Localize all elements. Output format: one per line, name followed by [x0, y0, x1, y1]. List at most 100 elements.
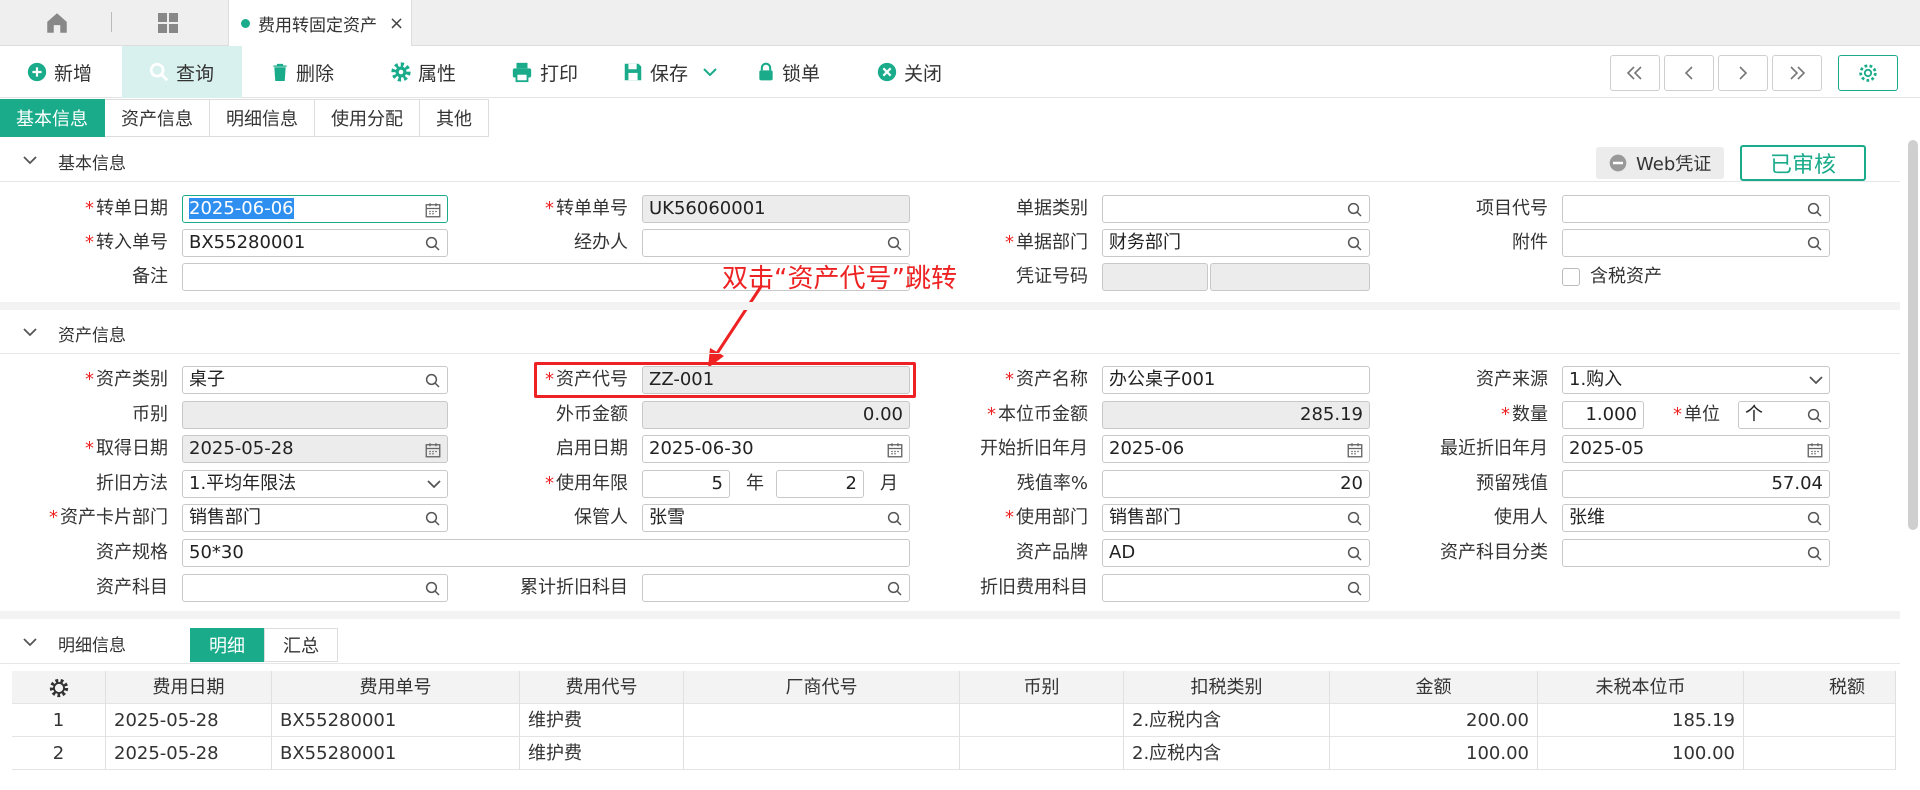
acc-dep-field[interactable] — [642, 574, 910, 602]
next-record-button[interactable] — [1718, 55, 1768, 91]
currency-field[interactable] — [182, 401, 448, 429]
dep-last-field[interactable]: 2025-05 — [1562, 435, 1830, 463]
search-icon[interactable] — [1806, 201, 1824, 219]
column-header[interactable]: 金额 — [1330, 671, 1538, 704]
search-icon[interactable] — [1346, 510, 1364, 528]
search-icon[interactable] — [886, 580, 904, 598]
asset-name-field[interactable]: 办公桌子001 — [1102, 366, 1370, 394]
calendar-icon[interactable] — [1346, 441, 1364, 459]
voucher-no-field-2[interactable] — [1210, 263, 1370, 291]
column-header[interactable]: 费用单号 — [272, 671, 520, 704]
quantity-field[interactable]: 1.000 — [1562, 401, 1644, 429]
settings-button[interactable] — [1838, 55, 1898, 91]
project-code-field[interactable] — [1562, 195, 1830, 223]
tab-detail[interactable]: 明细 — [190, 628, 264, 662]
column-header[interactable]: 费用日期 — [106, 671, 272, 704]
table-row[interactable]: 1 2025-05-28 BX55280001 维护费 2.应税内含 200.0… — [12, 704, 1896, 737]
tab-summary[interactable]: 汇总 — [264, 628, 338, 662]
transfer-no-field[interactable]: UK56060001 — [642, 195, 910, 223]
column-header[interactable]: 税额 — [1744, 671, 1896, 704]
subject-class-field[interactable] — [1562, 539, 1830, 567]
life-years-field[interactable]: 5 — [642, 470, 730, 498]
tab-basic-info[interactable]: 基本信息 — [0, 99, 105, 137]
tab-detail-info[interactable]: 明细信息 — [210, 99, 315, 137]
local-amount-field[interactable]: 285.19 — [1102, 401, 1370, 429]
search-icon[interactable] — [886, 510, 904, 528]
keeper-field[interactable]: 张雪 — [642, 504, 910, 532]
category-field[interactable]: 桌子 — [182, 366, 448, 394]
start-date-field[interactable]: 2025-06-30 — [642, 435, 910, 463]
search-icon[interactable] — [424, 580, 442, 598]
chevron-down-icon[interactable] — [702, 66, 718, 78]
search-icon[interactable] — [1806, 510, 1824, 528]
dep-fee-field[interactable] — [1102, 574, 1370, 602]
attach-field[interactable] — [1562, 229, 1830, 257]
query-button[interactable]: 查询 — [122, 46, 242, 98]
life-months-field[interactable]: 2 — [776, 470, 864, 498]
search-icon[interactable] — [1346, 545, 1364, 563]
calendar-icon[interactable] — [424, 441, 442, 459]
search-icon[interactable] — [1806, 545, 1824, 563]
voucher-no-field-1[interactable] — [1102, 263, 1208, 291]
foreign-amount-field[interactable]: 0.00 — [642, 401, 910, 429]
handler-field[interactable] — [642, 229, 910, 257]
tab-asset-info[interactable]: 资产信息 — [105, 99, 210, 137]
search-icon[interactable] — [1346, 580, 1364, 598]
source-select[interactable]: 1.购入 — [1562, 366, 1830, 394]
user-field[interactable]: 张维 — [1562, 504, 1830, 532]
home-icon[interactable] — [42, 10, 72, 36]
table-row[interactable]: 2 2025-05-28 BX55280001 维护费 2.应税内含 100.0… — [12, 737, 1896, 770]
spec-field[interactable]: 50*30 — [182, 539, 910, 567]
column-header[interactable]: 币别 — [960, 671, 1124, 704]
column-header[interactable]: 未税本位币 — [1538, 671, 1744, 704]
tab-other[interactable]: 其他 — [420, 99, 489, 137]
dept-field[interactable]: 财务部门 — [1102, 229, 1370, 257]
search-icon[interactable] — [424, 510, 442, 528]
chevron-down-icon[interactable] — [22, 326, 38, 338]
last-record-button[interactable] — [1772, 55, 1822, 91]
first-record-button[interactable] — [1610, 55, 1660, 91]
save-button[interactable]: 保存 — [622, 46, 724, 98]
search-icon[interactable] — [1346, 235, 1364, 253]
new-button[interactable]: 新增 — [26, 46, 92, 98]
web-voucher-button[interactable]: Web凭证 — [1596, 147, 1724, 179]
card-dept-field[interactable]: 销售部门 — [182, 504, 448, 532]
column-header[interactable]: 费用代号 — [520, 671, 684, 704]
residual-field[interactable]: 57.04 — [1562, 470, 1830, 498]
close-button[interactable]: 关闭 — [876, 46, 942, 98]
doc-type-field[interactable] — [1102, 195, 1370, 223]
acquire-date-field[interactable]: 2025-05-28 — [182, 435, 448, 463]
tab-expense-to-asset[interactable]: 费用转固定资产 × — [228, 0, 412, 46]
unit-field[interactable]: 个 — [1738, 401, 1830, 429]
search-icon[interactable] — [1346, 201, 1364, 219]
chevron-down-icon[interactable] — [426, 476, 442, 492]
chevron-down-icon[interactable] — [22, 154, 38, 166]
search-icon[interactable] — [424, 235, 442, 253]
search-icon[interactable] — [1806, 407, 1824, 425]
vertical-scrollbar[interactable] — [1908, 140, 1918, 530]
column-header[interactable]: 厂商代号 — [684, 671, 960, 704]
tax-asset-checkbox[interactable] — [1562, 268, 1580, 286]
grid-icon[interactable] — [155, 11, 181, 35]
search-icon[interactable] — [886, 235, 904, 253]
column-header[interactable]: 扣税类别 — [1124, 671, 1330, 704]
residual-rate-field[interactable]: 20 — [1102, 470, 1370, 498]
tab-usage-allocation[interactable]: 使用分配 — [315, 99, 420, 137]
column-settings[interactable] — [12, 671, 106, 704]
use-dept-field[interactable]: 销售部门 — [1102, 504, 1370, 532]
asset-info-header[interactable]: 资产信息 — [0, 314, 1900, 354]
close-tab-icon[interactable]: × — [389, 13, 404, 34]
subject-field[interactable] — [182, 574, 448, 602]
dep-start-field[interactable]: 2025-06 — [1102, 435, 1370, 463]
delete-button[interactable]: 删除 — [270, 46, 334, 98]
chevron-down-icon[interactable] — [1808, 372, 1824, 388]
lock-button[interactable]: 锁单 — [756, 46, 820, 98]
search-icon[interactable] — [1806, 235, 1824, 253]
transfer-date-field[interactable]: 2025-06-06 — [182, 195, 448, 223]
calendar-icon[interactable] — [424, 201, 442, 219]
dep-method-select[interactable]: 1.平均年限法 — [182, 470, 448, 498]
prev-record-button[interactable] — [1664, 55, 1714, 91]
brand-field[interactable]: AD — [1102, 539, 1370, 567]
calendar-icon[interactable] — [886, 441, 904, 459]
calendar-icon[interactable] — [1806, 441, 1824, 459]
